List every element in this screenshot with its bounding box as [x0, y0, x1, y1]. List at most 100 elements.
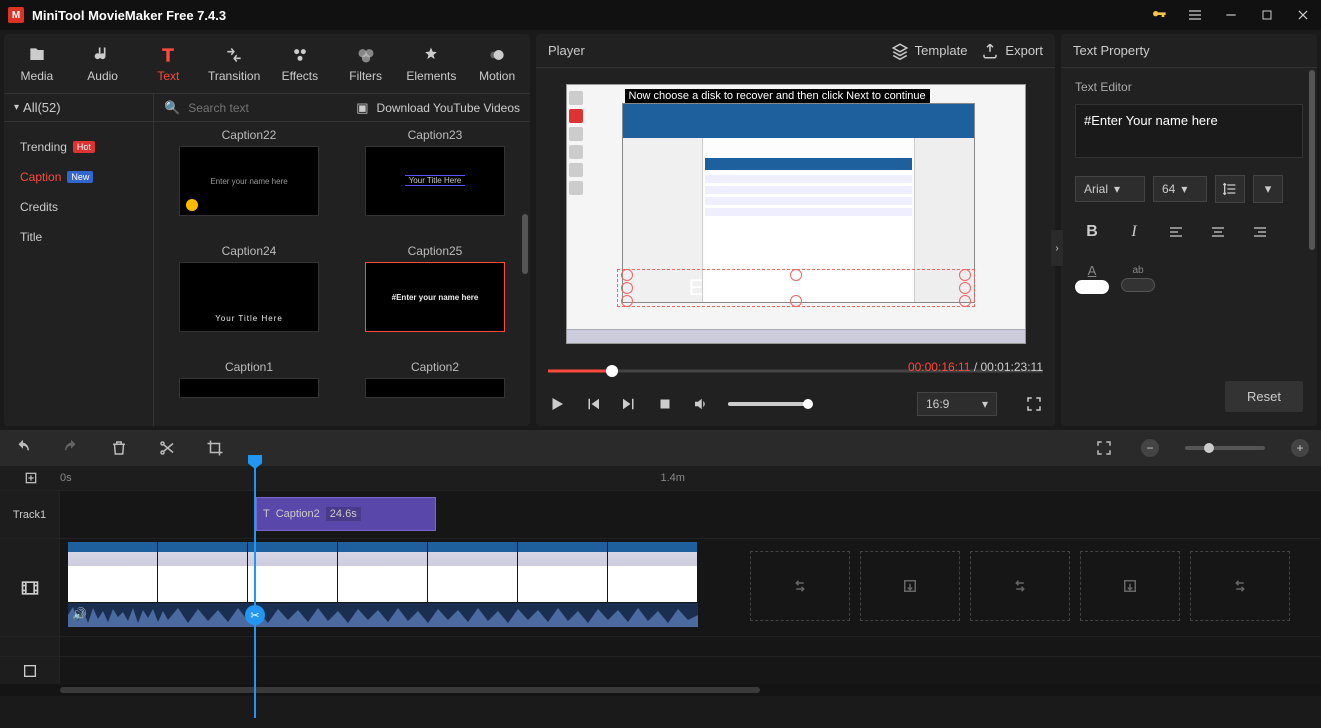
sidebar-item-credits[interactable]: Credits	[4, 192, 153, 222]
reset-button[interactable]: Reset	[1225, 381, 1303, 412]
resize-handle[interactable]	[959, 295, 971, 307]
undo-button[interactable]	[12, 437, 34, 459]
resize-handle[interactable]	[621, 282, 633, 294]
chevron-down-icon: ▾	[1181, 182, 1187, 196]
gallery-item[interactable]: Caption22Enter your name here	[166, 128, 332, 238]
text-category-sidebar: ▾ All(52) TrendingHot CaptionNew Credits…	[4, 94, 154, 426]
track-label: Track1	[0, 491, 60, 538]
fullscreen-button[interactable]	[1025, 395, 1043, 413]
gallery-item-selected[interactable]: Caption25#Enter your name here	[352, 244, 518, 354]
resize-handle[interactable]	[790, 269, 802, 281]
empty-clip-slot[interactable]	[1190, 551, 1290, 621]
video-clip[interactable]	[68, 542, 698, 602]
aspect-ratio-select[interactable]: 16:9▾	[917, 392, 997, 416]
empty-clip-slot[interactable]	[1080, 551, 1180, 621]
empty-clip-slot[interactable]	[970, 551, 1070, 621]
text-color-picker[interactable]: A	[1075, 263, 1109, 294]
align-center-button[interactable]	[1201, 217, 1235, 247]
align-left-button[interactable]	[1159, 217, 1193, 247]
tab-effects[interactable]: Effects	[267, 34, 333, 93]
text-content-input[interactable]	[1075, 104, 1303, 158]
text-overlay-selection[interactable]: Enter Your name here	[627, 275, 965, 301]
gallery-item[interactable]: Caption24Your Title Here	[166, 244, 332, 354]
license-key-button[interactable]	[1141, 0, 1177, 30]
minimize-button[interactable]	[1213, 0, 1249, 30]
tab-motion[interactable]: Motion	[464, 34, 530, 93]
text-property-title: Text Property	[1073, 43, 1150, 58]
gallery-item[interactable]: Caption2	[352, 360, 518, 420]
collapse-panel-button[interactable]: ›	[1051, 230, 1063, 266]
text-track-body[interactable]: ✂ T Caption2 24.6s	[60, 491, 1321, 538]
clip-volume-icon[interactable]: 🔊	[72, 607, 87, 621]
tab-filters[interactable]: Filters	[333, 34, 399, 93]
sidebar-item-trending[interactable]: TrendingHot	[4, 132, 153, 162]
menu-button[interactable]	[1177, 0, 1213, 30]
empty-clip-slot[interactable]	[860, 551, 960, 621]
timeline-ruler[interactable]: 0s 1.4m	[0, 466, 1321, 490]
volume-slider[interactable]	[728, 402, 808, 406]
download-youtube-link[interactable]: Download YouTube Videos	[377, 101, 520, 115]
font-size-select[interactable]: 64▾	[1153, 176, 1207, 202]
stop-button[interactable]	[656, 395, 674, 413]
maximize-button[interactable]	[1249, 0, 1285, 30]
resize-handle[interactable]	[621, 295, 633, 307]
prev-frame-button[interactable]	[584, 395, 602, 413]
redo-button[interactable]	[60, 437, 82, 459]
audio-waveform[interactable]: 🔊	[68, 603, 698, 627]
scrubber-knob[interactable]	[606, 365, 618, 377]
zoom-in-button[interactable]: +	[1291, 439, 1309, 457]
tab-text[interactable]: Text	[136, 34, 202, 93]
highlight-color-picker[interactable]: ab	[1121, 265, 1155, 292]
split-button[interactable]	[156, 437, 178, 459]
sidebar-item-caption[interactable]: CaptionNew	[4, 162, 153, 192]
text-clip[interactable]: T Caption2 24.6s	[256, 497, 436, 531]
property-scrollbar[interactable]	[1309, 70, 1315, 376]
resize-handle[interactable]	[959, 282, 971, 294]
timeline-horizontal-scrollbar[interactable]	[0, 684, 1321, 696]
template-button[interactable]: Template	[891, 42, 968, 60]
delete-button[interactable]	[108, 437, 130, 459]
crop-button[interactable]	[204, 437, 226, 459]
zoom-slider[interactable]	[1185, 446, 1265, 450]
font-family-select[interactable]: Arial▾	[1075, 176, 1145, 202]
more-options-button[interactable]: ▾	[1253, 175, 1283, 203]
italic-button[interactable]: I	[1117, 217, 1151, 247]
sidebar-all-toggle[interactable]: ▾ All(52)	[4, 94, 153, 122]
search-input[interactable]	[188, 101, 348, 115]
zoom-out-button[interactable]: −	[1141, 439, 1159, 457]
close-button[interactable]	[1285, 0, 1321, 30]
play-button[interactable]	[548, 395, 566, 413]
video-track-row: 🔊	[0, 538, 1321, 636]
resize-handle[interactable]	[621, 269, 633, 281]
chevron-down-icon: ▾	[1114, 182, 1120, 196]
titlebar: M MiniTool MovieMaker Free 7.4.3	[0, 0, 1321, 30]
tab-media[interactable]: Media	[4, 34, 70, 93]
gallery-item[interactable]: Caption23Your Title Here	[352, 128, 518, 238]
text-editor-label: Text Editor	[1075, 80, 1303, 94]
empty-clip-slot[interactable]	[750, 551, 850, 621]
player-stage[interactable]: Now choose a disk to recover and then cl…	[536, 68, 1055, 360]
current-time: 00:00:16:11	[908, 360, 971, 374]
resize-handle[interactable]	[790, 295, 802, 307]
volume-button[interactable]	[692, 395, 710, 413]
badge-new: New	[67, 171, 93, 183]
align-right-button[interactable]	[1243, 217, 1277, 247]
next-frame-button[interactable]	[620, 395, 638, 413]
sidebar-item-title[interactable]: Title	[4, 222, 153, 252]
line-spacing-button[interactable]	[1215, 175, 1245, 203]
scrubber[interactable]: 00:00:16:11 / 00:01:23:11	[548, 360, 1043, 382]
tab-transition[interactable]: Transition	[201, 34, 267, 93]
export-button[interactable]: Export	[981, 42, 1043, 60]
bold-button[interactable]: B	[1075, 217, 1109, 247]
gallery-scrollbar[interactable]	[522, 124, 528, 422]
gallery-item[interactable]: Caption1	[166, 360, 332, 420]
ruler-mid: 1.4m	[661, 472, 685, 484]
fit-timeline-button[interactable]	[1093, 437, 1115, 459]
tab-elements[interactable]: Elements	[399, 34, 465, 93]
resize-handle[interactable]	[959, 269, 971, 281]
playhead[interactable]: ✂	[254, 467, 256, 718]
text-clip-duration: 24.6s	[326, 507, 361, 521]
add-marker-button[interactable]	[20, 467, 42, 489]
playhead-scissors-icon[interactable]: ✂	[245, 605, 265, 625]
tab-audio[interactable]: Audio	[70, 34, 136, 93]
